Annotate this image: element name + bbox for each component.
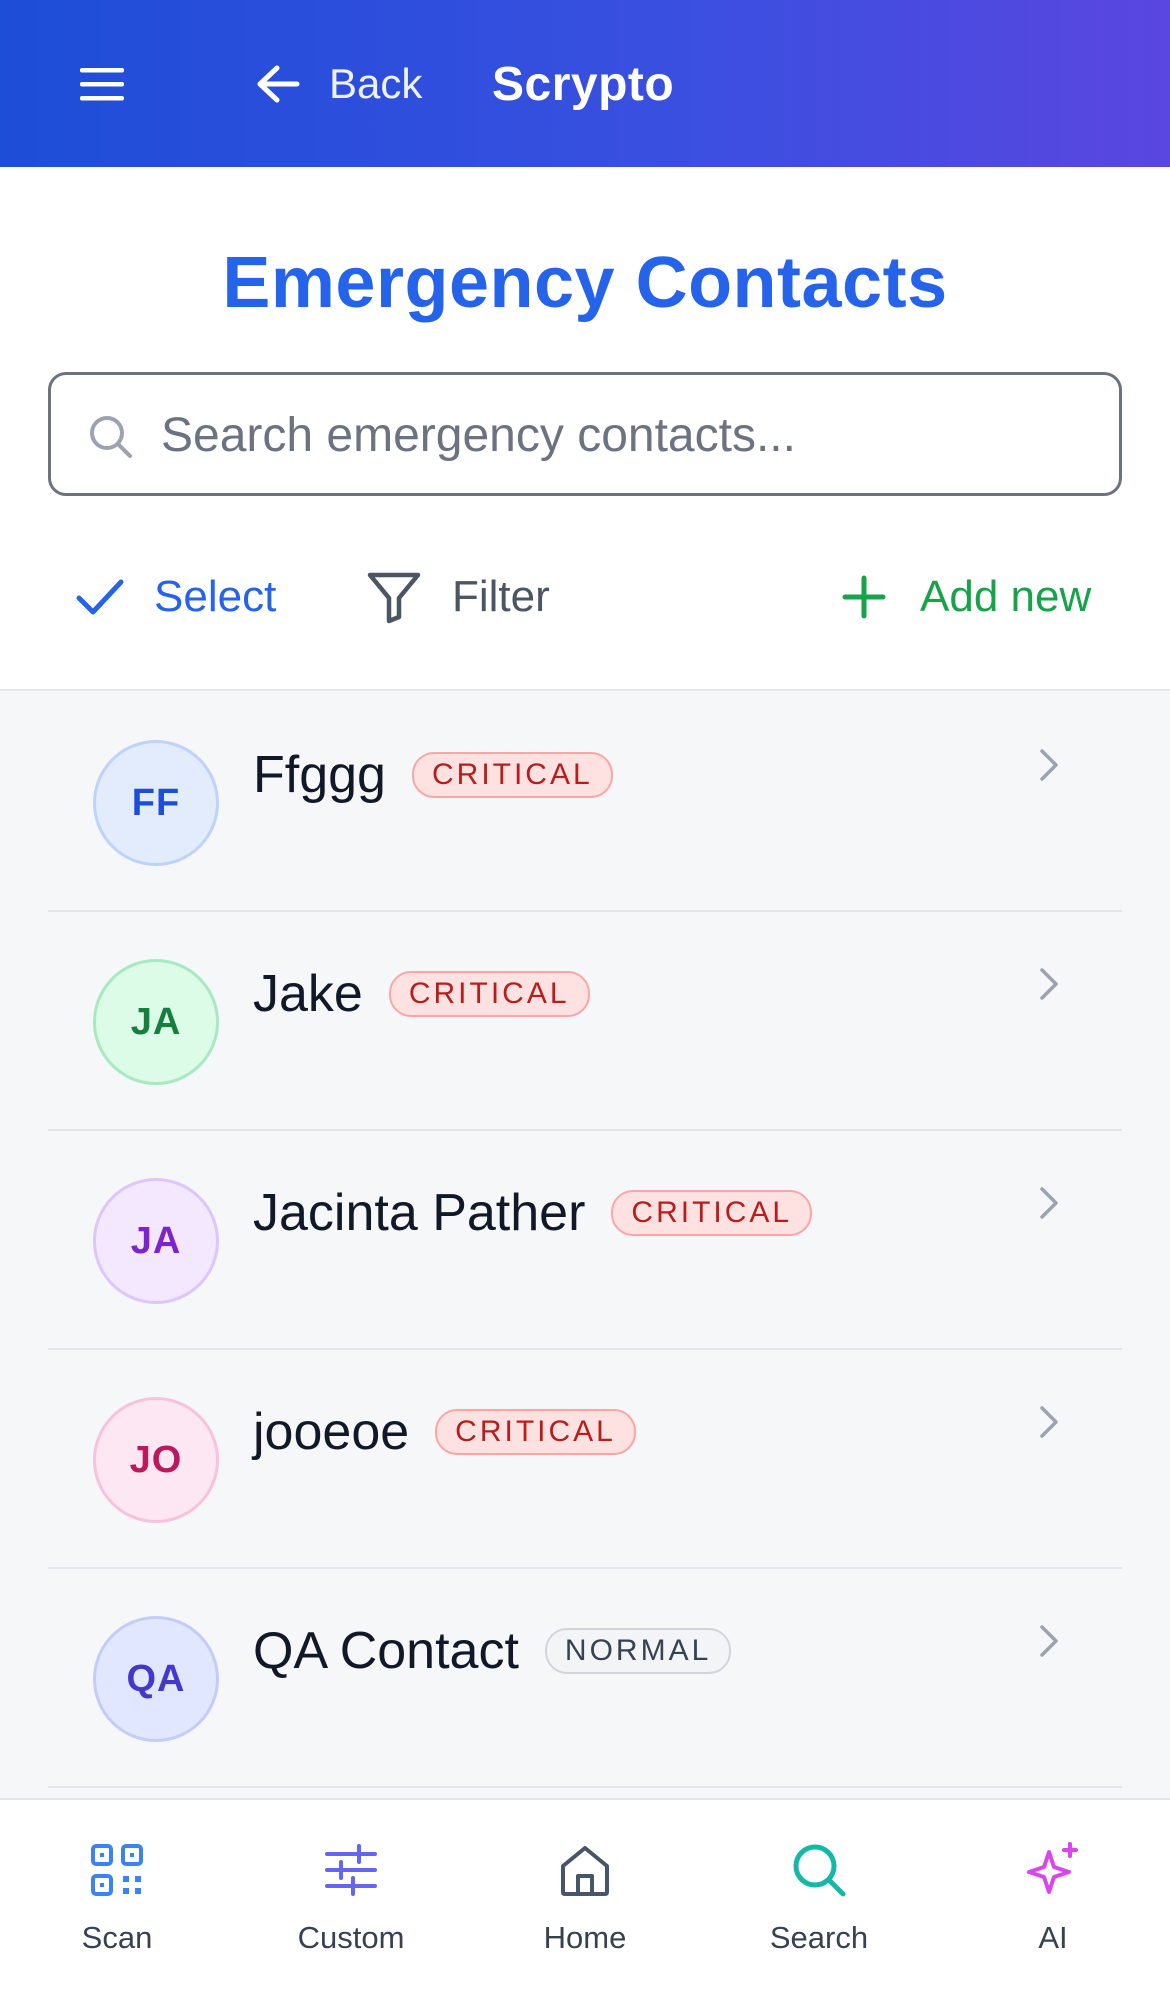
menu-button[interactable] — [78, 64, 126, 104]
hamburger-icon — [80, 68, 124, 101]
contact-row[interactable]: JO jooeoe CRITICAL — [48, 1350, 1122, 1569]
page-title: Emergency Contacts — [222, 243, 948, 323]
chevron-right-icon — [1040, 1625, 1058, 1657]
contact-name: Jacinta Pather — [253, 1184, 586, 1242]
add-new-label: Add new — [920, 572, 1092, 621]
contact-name: jooeoe — [253, 1403, 410, 1461]
avatar: FF — [93, 740, 219, 866]
select-button[interactable]: Select — [76, 557, 276, 637]
nav-label: Custom — [297, 1920, 405, 1955]
avatar-initials: JA — [130, 1000, 182, 1043]
sliders-icon — [325, 1844, 377, 1896]
back-label: Back — [329, 60, 423, 107]
search-input[interactable] — [161, 395, 1061, 475]
list-actions: Select Filter Add new — [0, 557, 1170, 637]
home-icon — [561, 1846, 609, 1896]
avatar: JO — [93, 1397, 219, 1523]
priority-badge: CRITICAL — [611, 1190, 813, 1236]
nav-label: Search — [769, 1920, 869, 1955]
nav-label: AI — [1038, 1920, 1068, 1955]
nav-custom[interactable]: Custom — [261, 1840, 441, 1970]
chevron-right-icon — [1040, 1187, 1058, 1219]
contact-name: QA Contact — [253, 1622, 519, 1680]
nav-home[interactable]: Home — [495, 1840, 675, 1970]
avatar: JA — [93, 1178, 219, 1304]
filter-icon — [367, 572, 421, 624]
priority-badge: NORMAL — [544, 1628, 732, 1674]
contact-name: Ffggg — [253, 746, 386, 804]
chevron-right-icon — [1040, 968, 1058, 1000]
contact-row[interactable]: QA QA Contact NORMAL — [48, 1569, 1122, 1788]
priority-badge: CRITICAL — [411, 752, 613, 798]
add-new-button[interactable]: Add new — [842, 557, 1091, 637]
priority-badge: CRITICAL — [435, 1409, 636, 1455]
contact-row[interactable]: FF Ffggg CRITICAL — [48, 693, 1122, 912]
chevron-right-icon — [1040, 1406, 1058, 1438]
nav-label: Home — [543, 1920, 627, 1955]
contact-row[interactable]: JA Jacinta Pather CRITICAL — [48, 1131, 1122, 1350]
nav-search[interactable]: Search — [729, 1840, 909, 1970]
search-box[interactable] — [48, 372, 1122, 496]
chevron-right-icon — [1040, 749, 1058, 781]
nav-label: Scan — [81, 1920, 153, 1955]
search-icon — [90, 416, 132, 458]
search-icon — [793, 1844, 846, 1897]
nav-scan[interactable]: Scan — [27, 1840, 207, 1970]
filter-label: Filter — [452, 572, 550, 621]
app-header: Back Scrypto — [0, 0, 1170, 167]
back-button[interactable]: Back — [255, 52, 422, 116]
priority-badge: CRITICAL — [388, 971, 590, 1017]
app-title: Scrypto — [492, 57, 675, 111]
bottom-navigation: Scan Custom Home Search AI — [0, 1798, 1170, 1992]
sparkle-icon — [1027, 1842, 1078, 1894]
contact-name: Jake — [253, 965, 363, 1023]
nav-ai[interactable]: AI — [963, 1840, 1143, 1970]
contacts-list: FF Ffggg CRITICAL JA Jake CRITICAL JA Ja… — [48, 693, 1122, 1788]
select-label: Select — [154, 572, 277, 621]
check-icon — [76, 579, 124, 615]
avatar-initials: JA — [130, 1219, 182, 1262]
avatar: JA — [93, 959, 219, 1085]
contact-row[interactable]: JA Jake CRITICAL — [48, 912, 1122, 1131]
avatar-initials: JO — [129, 1438, 183, 1481]
qr-code-icon — [91, 1844, 143, 1896]
arrow-left-icon — [257, 65, 300, 103]
avatar: QA — [93, 1616, 219, 1742]
avatar-initials: QA — [126, 1657, 186, 1700]
page-header: Emergency Contacts Select Filter Add new — [0, 167, 1170, 691]
plus-icon — [842, 575, 886, 619]
filter-button[interactable]: Filter — [366, 557, 550, 637]
avatar-initials: FF — [131, 781, 181, 824]
